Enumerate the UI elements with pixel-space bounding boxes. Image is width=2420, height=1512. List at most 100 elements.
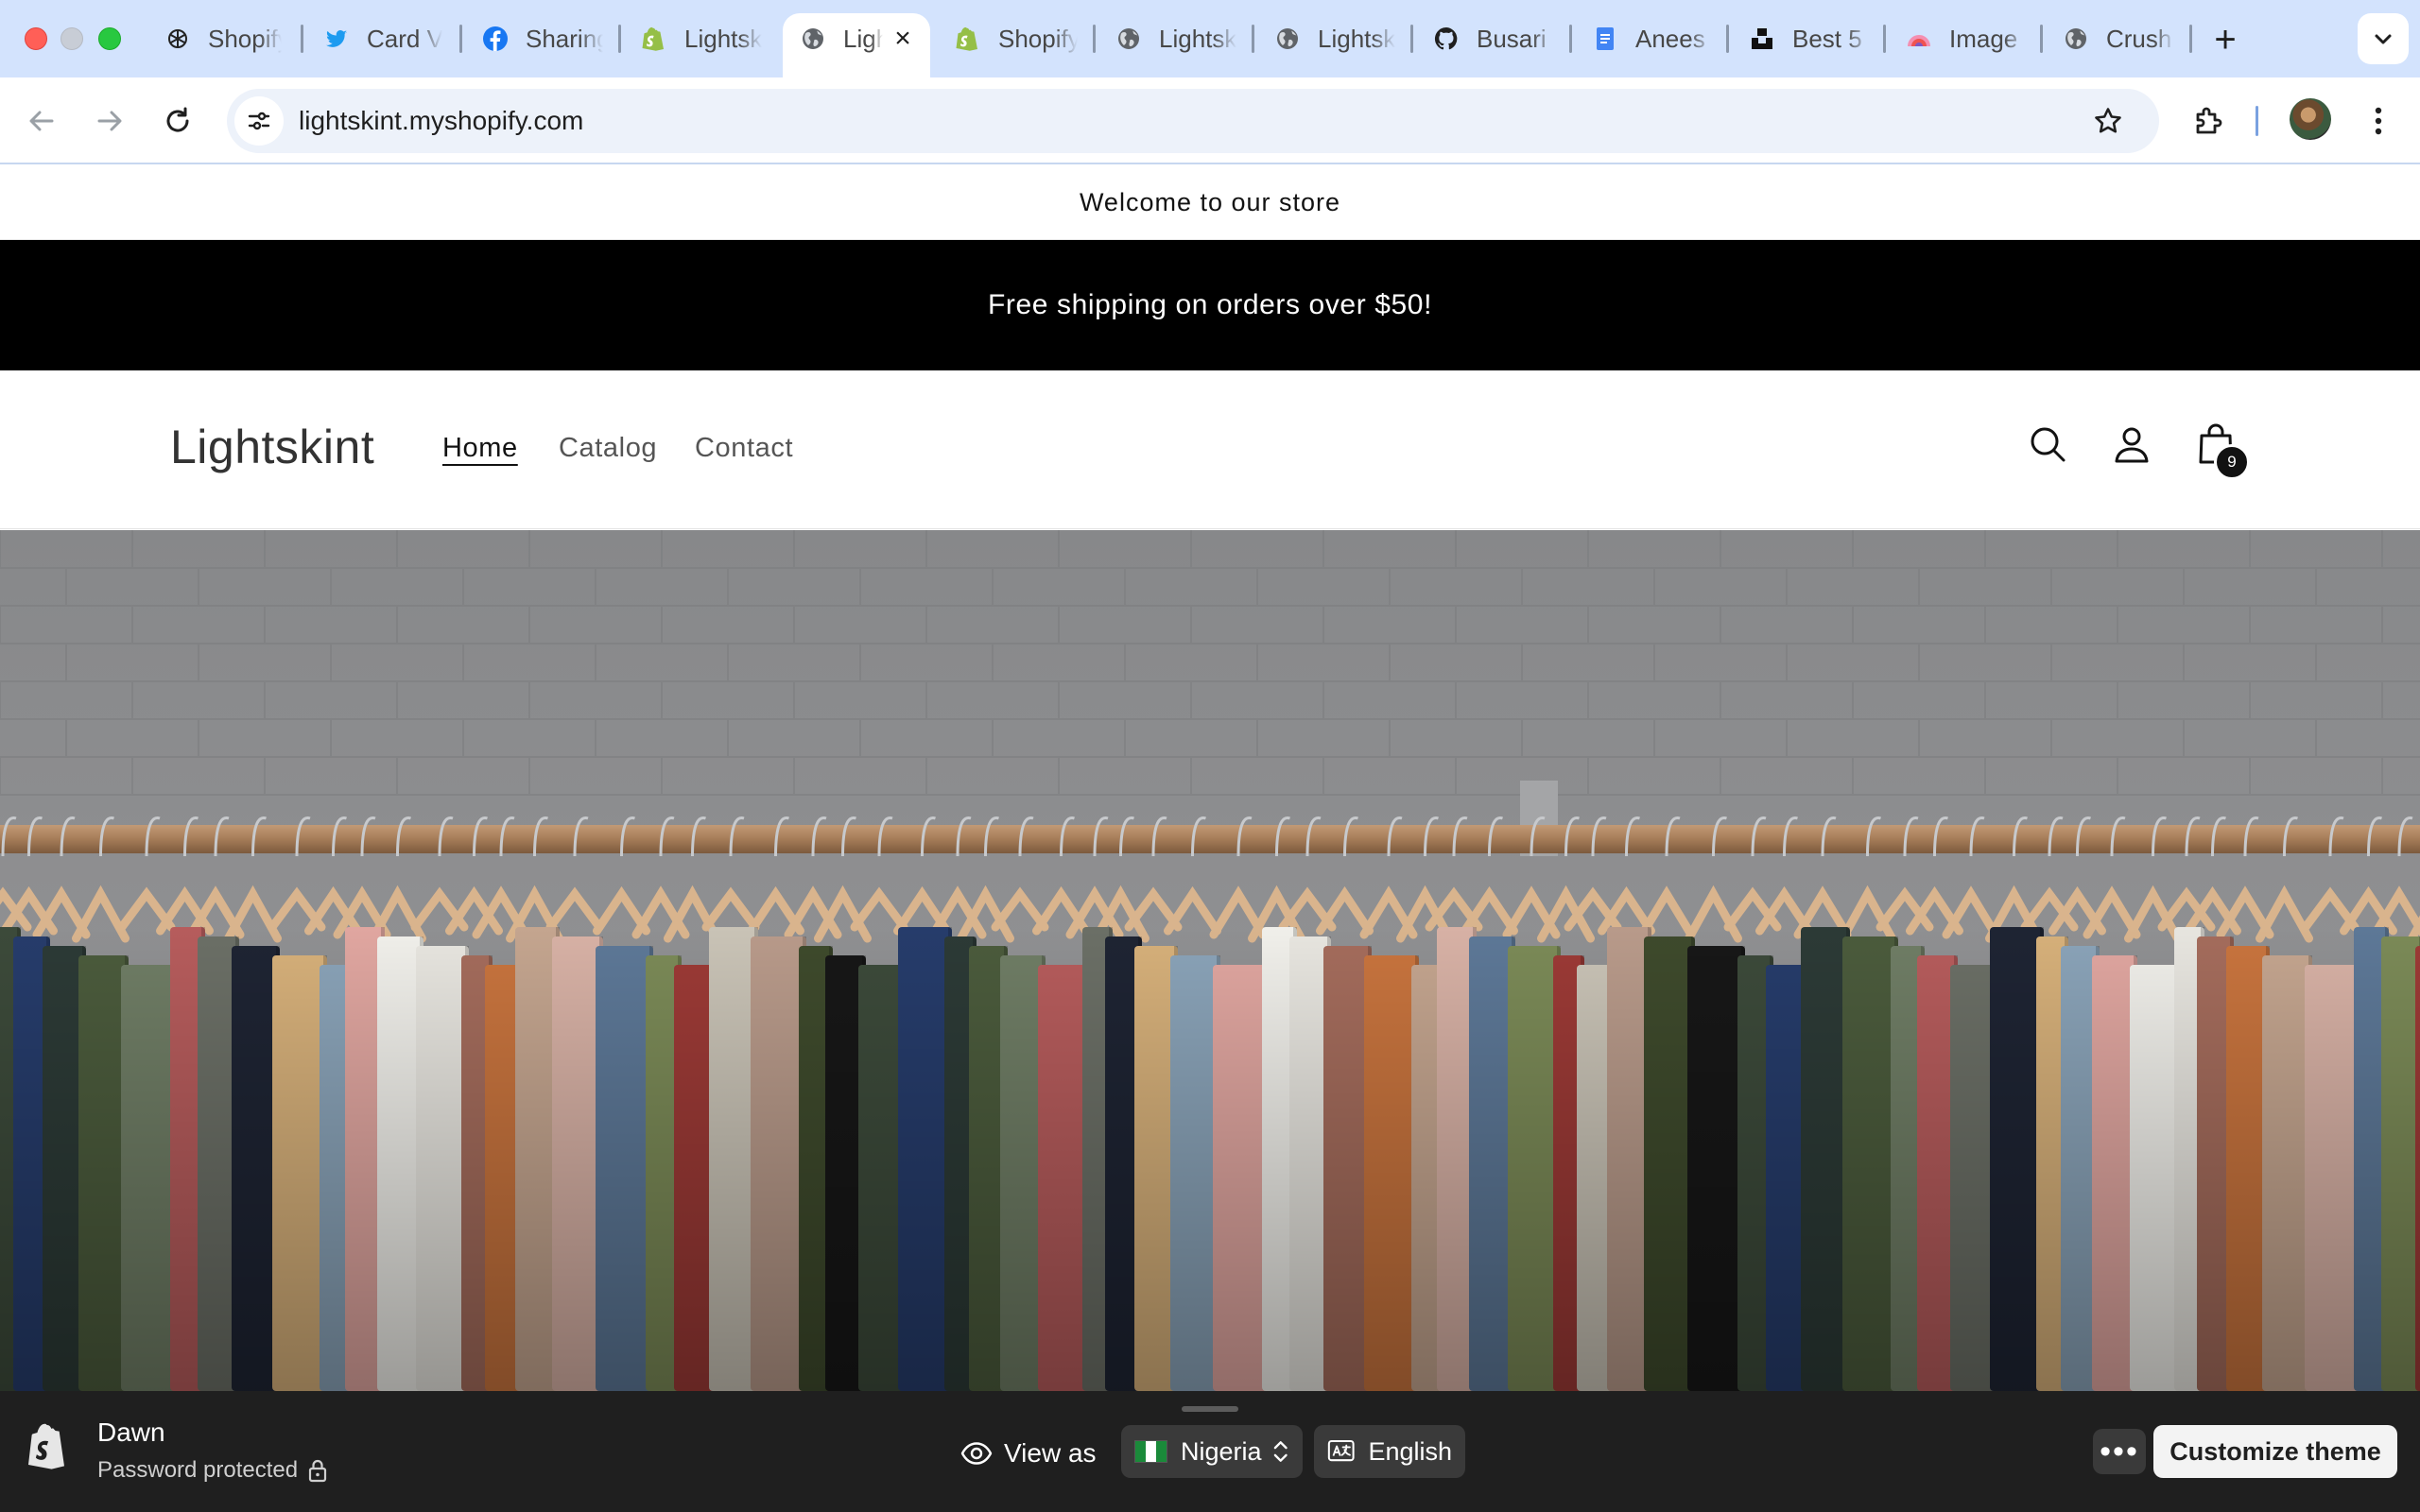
window-maximize-button[interactable] [98, 27, 121, 50]
twitter-icon [323, 26, 350, 52]
tab-title: Lightskint [684, 24, 762, 53]
tab-separator [459, 25, 462, 53]
forward-button[interactable] [85, 96, 134, 146]
unsplash-icon [1749, 26, 1775, 52]
tab-title: Shopify [998, 24, 1078, 53]
tab-separator [1883, 25, 1886, 53]
browser-tab[interactable]: Crush [2046, 13, 2187, 64]
account-icon[interactable] [2103, 416, 2160, 472]
translate-icon [1327, 1439, 1355, 1462]
globe-icon [1274, 26, 1301, 52]
country-label: Nigeria [1181, 1436, 1262, 1466]
hero-banner-image [0, 530, 2420, 1391]
back-button[interactable] [17, 96, 66, 146]
tab-separator [618, 25, 621, 53]
drag-handle[interactable] [1182, 1406, 1238, 1412]
globe-icon [800, 26, 826, 52]
clothing-rack-illustration [0, 530, 2420, 1391]
nigeria-flag-icon [1134, 1440, 1168, 1463]
browser-tab[interactable]: Card V [306, 13, 456, 64]
view-as-text: View as [1004, 1438, 1097, 1468]
shopify-icon [641, 26, 667, 52]
theme-name: Dawn [97, 1418, 165, 1447]
theme-preview-bar: Dawn Password protected View as Nigeria … [0, 1391, 2420, 1512]
shopify-icon [955, 26, 981, 52]
announcement-bar: Welcome to our store [0, 166, 2420, 240]
browser-tab[interactable]: Image [1889, 13, 2040, 64]
browser-toolbar: lightskint.myshopify.com [0, 77, 2420, 164]
tune-icon [248, 112, 270, 130]
arrow-right-icon [97, 111, 122, 131]
window-close-button[interactable] [25, 27, 47, 50]
browser-tab-strip: Shopify Card V Sharing Lightskint Lights… [0, 0, 2420, 77]
facebook-icon [482, 26, 509, 52]
bookmark-star-icon[interactable] [2085, 98, 2131, 144]
nav-link-contact[interactable]: Contact [695, 433, 793, 464]
tab-title: Anees [1635, 24, 1705, 53]
browser-tab[interactable]: Lightskint [624, 13, 775, 64]
tab-separator [301, 25, 303, 53]
tab-title: Crush [2106, 24, 2172, 53]
tab-separator [1569, 25, 1572, 53]
browser-tab[interactable]: Sharing [465, 13, 616, 64]
cart-count-badge: 9 [2214, 444, 2250, 480]
view-as-label: View as [960, 1429, 1097, 1478]
more-options-button[interactable]: ••• [2093, 1429, 2146, 1474]
browser-tab[interactable]: Best 5 [1732, 13, 1883, 64]
chevron-down-icon [2375, 34, 2392, 44]
globe-icon [1115, 26, 1142, 52]
shipping-banner: Free shipping on orders over $50! [0, 240, 2420, 370]
store-logo[interactable]: Lightskint [170, 420, 374, 474]
image-icon [1906, 26, 1932, 52]
browser-tab[interactable]: Shopify [938, 13, 1091, 64]
nav-link-catalog[interactable]: Catalog [559, 433, 657, 464]
shopify-bag-icon [26, 1423, 72, 1474]
nav-link-home[interactable]: Home [442, 433, 518, 464]
extensions-puzzle-icon[interactable] [2184, 96, 2233, 146]
password-status: Password protected [97, 1457, 328, 1484]
reload-button[interactable] [153, 96, 202, 146]
tab-separator [1410, 25, 1413, 53]
tab-title: Image [1949, 24, 2018, 53]
tab-title: Shopify [208, 24, 282, 53]
lock-icon [309, 1459, 327, 1483]
globe-icon [2063, 26, 2089, 52]
tab-title: Lightskint [843, 24, 883, 53]
url-text: lightskint.myshopify.com [299, 106, 584, 135]
github-icon [1433, 26, 1460, 52]
new-tab-button[interactable]: + [2203, 17, 2248, 62]
country-selector[interactable]: Nigeria [1121, 1425, 1303, 1478]
tab-separator [1726, 25, 1729, 53]
language-selector[interactable]: English [1314, 1425, 1465, 1478]
arrow-left-icon [29, 111, 54, 131]
eye-icon [960, 1442, 993, 1465]
store-header: Lightskint Home Catalog Contact [0, 370, 2420, 529]
language-label: English [1368, 1436, 1452, 1466]
tab-separator [2040, 25, 2043, 53]
tab-close-icon[interactable]: × [889, 23, 917, 54]
browser-tab[interactable]: Lightskint [1257, 13, 1409, 64]
profile-avatar[interactable] [2290, 98, 2331, 140]
browser-tab[interactable]: Busari [1416, 13, 1569, 64]
tab-title: Lightskint [1318, 24, 1395, 53]
password-status-label: Password protected [97, 1457, 299, 1483]
tab-separator [1093, 25, 1096, 53]
toolbar-divider [2256, 106, 2258, 136]
tab-separator [1252, 25, 1254, 53]
browser-tab-active[interactable]: Lightskint × [783, 13, 930, 77]
openai-icon [164, 26, 191, 52]
address-bar[interactable]: lightskint.myshopify.com [227, 89, 2159, 153]
customize-theme-button[interactable]: Customize theme [2153, 1425, 2397, 1478]
tab-title: Lightskint [1159, 24, 1236, 53]
browser-tab[interactable]: Lightskint [1098, 13, 1250, 64]
search-icon[interactable] [2019, 416, 2076, 472]
docs-icon [1592, 26, 1618, 52]
chevron-updown-icon [1273, 1441, 1288, 1462]
window-minimize-button[interactable] [60, 27, 83, 50]
browser-tab[interactable]: Shopify [147, 13, 295, 64]
site-info-button[interactable] [234, 96, 284, 146]
browser-menu-kebab-icon[interactable] [2354, 96, 2403, 146]
tab-search-button[interactable] [2358, 13, 2409, 64]
reload-icon [166, 107, 189, 132]
browser-tab[interactable]: Anees [1575, 13, 1726, 64]
